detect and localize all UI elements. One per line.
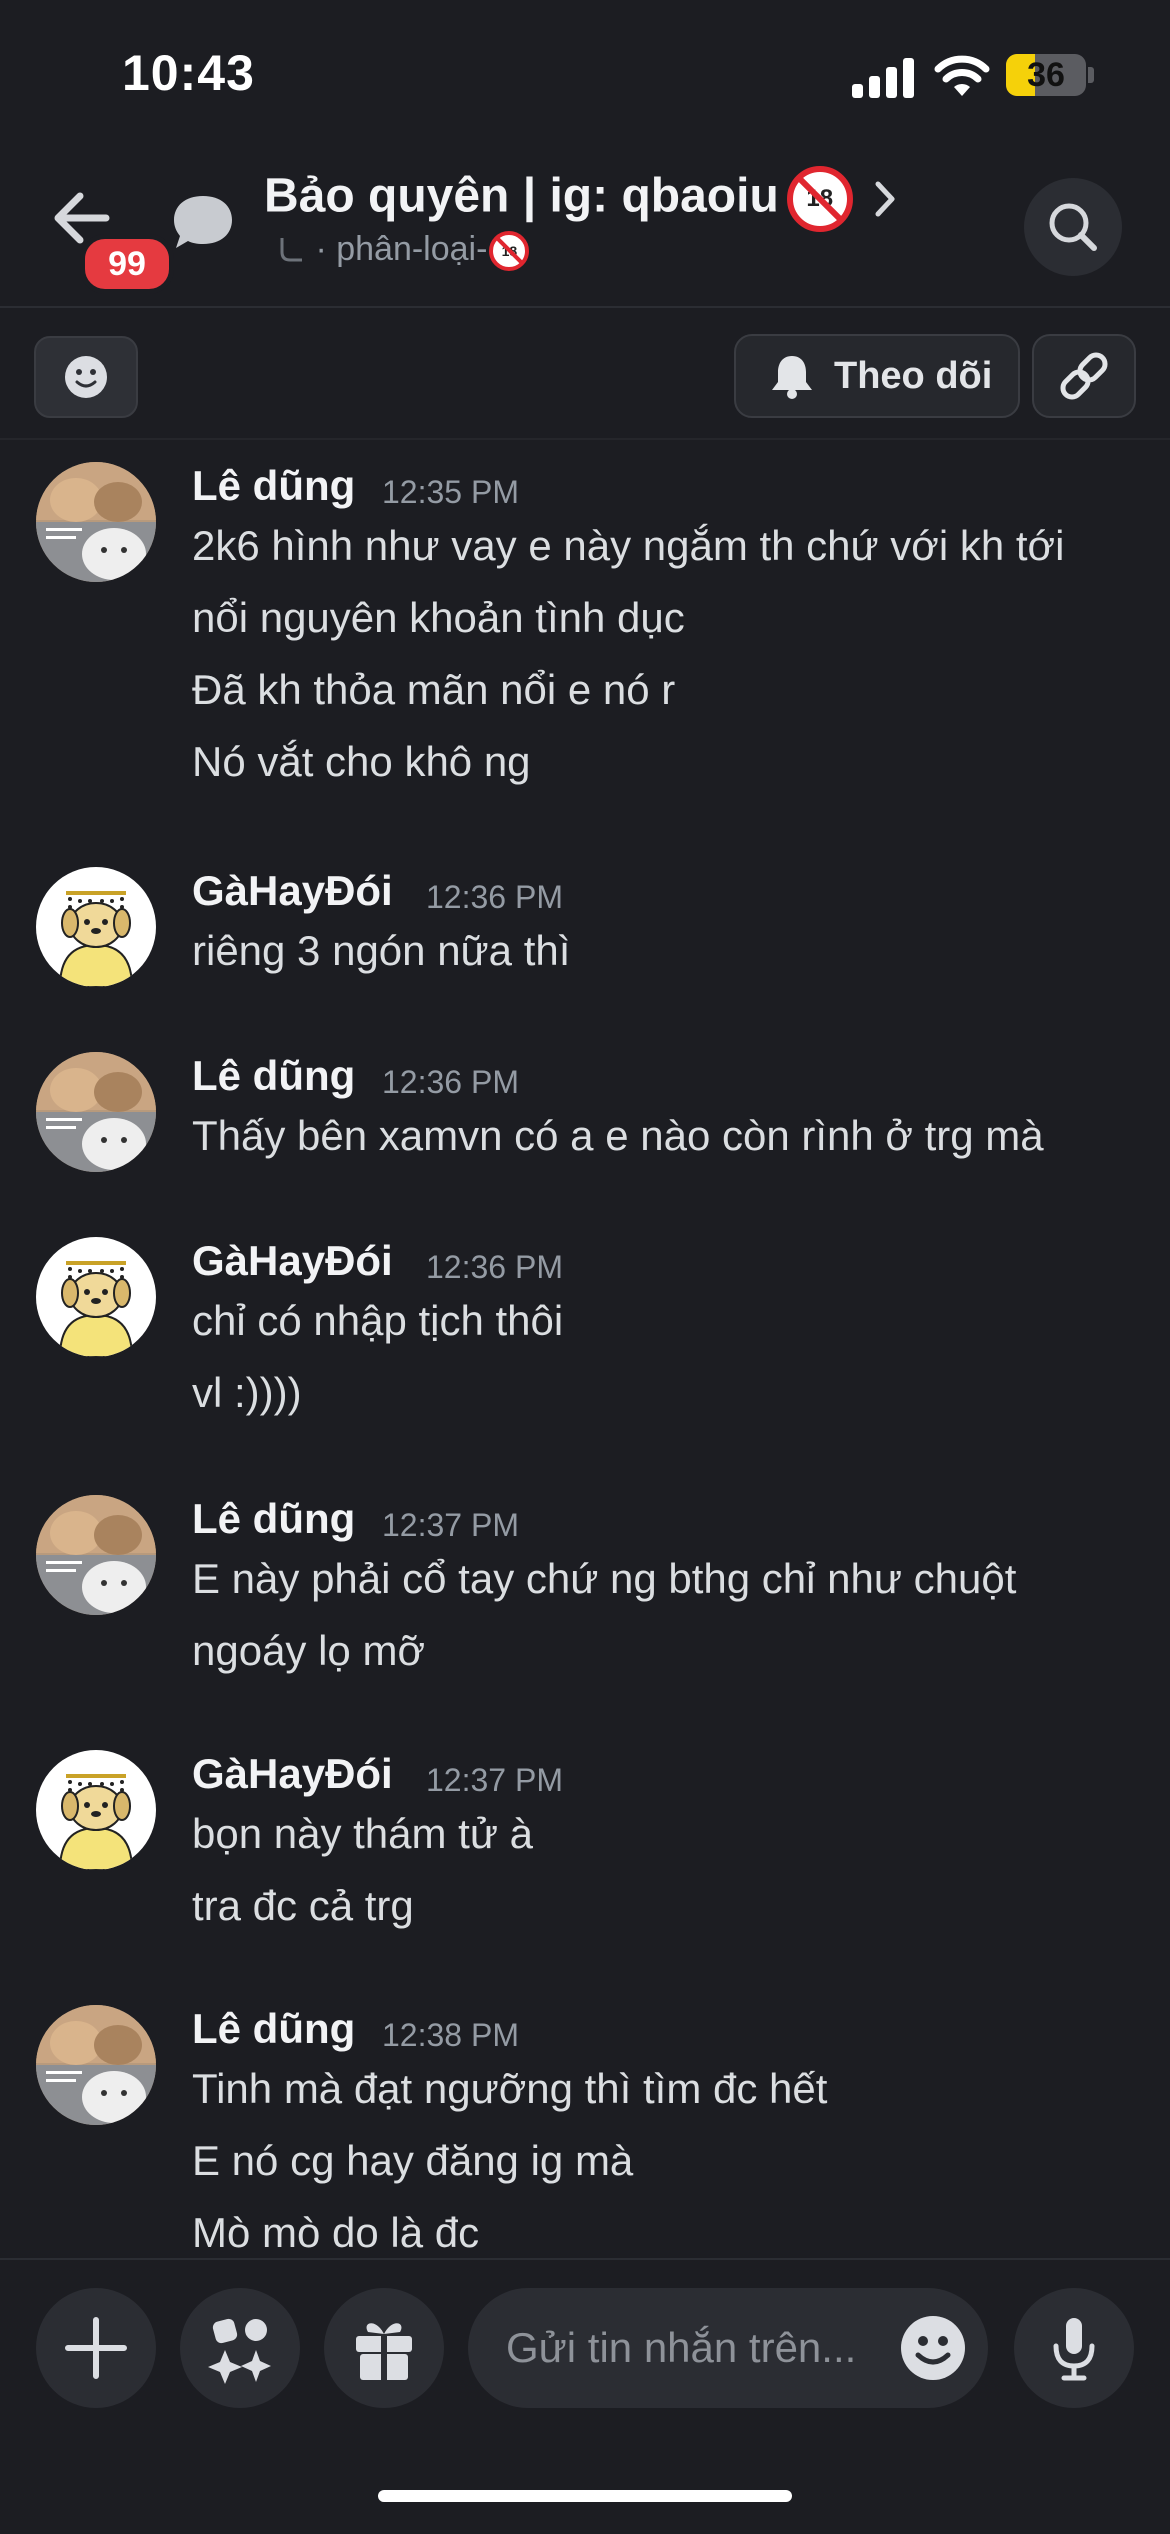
cellular-signal-icon bbox=[852, 56, 916, 98]
message-author[interactable]: GàHayĐói bbox=[192, 1237, 393, 1285]
dog-avatar-image bbox=[36, 867, 156, 987]
bell-icon bbox=[772, 356, 812, 399]
parent-channel-label[interactable]: · phân-loại- 18 bbox=[276, 230, 530, 272]
message-timestamp: 12:37 PM bbox=[426, 1762, 563, 1798]
message-item[interactable]: Lê dũng 12:37 PM E này phải cổ tay chứ ng … bbox=[0, 1495, 1170, 1731]
microphone-icon bbox=[1053, 2318, 1095, 2381]
thread-chat-icon bbox=[174, 196, 232, 248]
user-avatar[interactable] bbox=[36, 1052, 156, 1172]
user-avatar[interactable] bbox=[36, 2005, 156, 2125]
user-avatar[interactable] bbox=[36, 867, 156, 987]
message-author[interactable]: Lê dũng bbox=[192, 462, 355, 510]
message-text-line: Đã kh thỏa mãn nổi e nó r bbox=[192, 666, 676, 713]
emoji-picker-icon[interactable] bbox=[898, 2313, 968, 2383]
gift-icon bbox=[356, 2323, 412, 2382]
user-avatar[interactable] bbox=[36, 1237, 156, 1357]
user-avatar[interactable] bbox=[36, 1495, 156, 1615]
search-icon bbox=[1049, 203, 1097, 251]
message-timestamp: 12:35 PM bbox=[382, 474, 519, 510]
thread-toolbar: Theo dõi bbox=[0, 308, 1170, 440]
message-item[interactable]: GàHayĐói 12:37 PM bọn này thám tử à tra đc … bbox=[0, 1750, 1170, 1986]
gift-button[interactable] bbox=[324, 2288, 444, 2408]
home-indicator bbox=[378, 2490, 792, 2502]
message-text-line: Tinh mà đạt ngưỡng thì tìm đc hết bbox=[192, 2065, 828, 2112]
cat-avatar-image bbox=[36, 2005, 156, 2125]
message-text-line: tra đc cả trg bbox=[192, 1882, 414, 1929]
dog-avatar-image bbox=[36, 1750, 156, 1870]
message-text-line: nổi nguyên khoản tình dục bbox=[192, 594, 685, 641]
no-under-18-icon: 18 bbox=[786, 166, 853, 232]
message-author[interactable]: GàHayĐói bbox=[192, 867, 393, 915]
message-input[interactable]: Gửi tin nhắn trên... bbox=[468, 2288, 988, 2408]
cat-avatar-image bbox=[36, 462, 156, 582]
message-text-line: bọn này thám tử à bbox=[192, 1810, 533, 1857]
wifi-icon bbox=[934, 55, 990, 96]
user-avatar[interactable] bbox=[36, 462, 156, 582]
battery-cap bbox=[1088, 67, 1094, 83]
message-timestamp: 12:36 PM bbox=[426, 1249, 563, 1285]
cat-avatar-image bbox=[36, 1052, 156, 1172]
message-item[interactable]: GàHayĐói 12:36 PM chỉ có nhập tịch thôi vl … bbox=[0, 1237, 1170, 1473]
message-timestamp: 12:38 PM bbox=[382, 2017, 519, 2053]
message-item[interactable]: GàHayĐói 12:36 PM riêng 3 ngón nữa thì bbox=[0, 867, 1170, 1031]
smiley-icon bbox=[65, 356, 107, 398]
status-time: 10:43 bbox=[122, 45, 255, 101]
message-text-line: riêng 3 ngón nữa thì bbox=[192, 927, 571, 974]
cat-avatar-image bbox=[36, 1495, 156, 1615]
message-text-line: vl :)))) bbox=[192, 1369, 302, 1416]
message-text-line: Thấy bên xamvn có a e nào còn rình ở trg… bbox=[192, 1112, 1044, 1159]
message-text-line: ngoáy lọ mỡ bbox=[192, 1627, 425, 1674]
battery-percent: 36 bbox=[1027, 56, 1065, 94]
message-item[interactable]: Lê dũng 12:38 PM Tinh mà đạt ngưỡng thì tì… bbox=[0, 2005, 1170, 2258]
unread-count-badge[interactable]: 99 bbox=[80, 234, 174, 294]
message-author[interactable]: Lê dũng bbox=[192, 1495, 355, 1543]
status-bar: 10:43 36 bbox=[0, 0, 1170, 140]
message-timestamp: 12:36 PM bbox=[426, 879, 563, 915]
message-item[interactable]: Lê dũng 12:36 PM Thấy bên xamvn có a e nào… bbox=[0, 1052, 1170, 1216]
message-text-line: Nó vắt cho khô ng bbox=[192, 738, 531, 785]
follow-label: Theo dõi bbox=[834, 355, 993, 397]
message-text-line: Mò mò do là đc bbox=[192, 2209, 480, 2256]
message-text-line: 2k6 hình như vay e này ngắm th chứ với k… bbox=[192, 522, 1065, 569]
apps-sparkle-icon bbox=[208, 2318, 271, 2384]
message-author[interactable]: Lê dũng bbox=[192, 2005, 355, 2053]
message-timestamp: 12:36 PM bbox=[382, 1064, 519, 1100]
user-avatar[interactable] bbox=[36, 1750, 156, 1870]
link-icon bbox=[1060, 352, 1108, 400]
parent-channel-name: · phân-loại- bbox=[315, 230, 488, 268]
thread-title-text: Bảo quyên | ig: qbaoiu bbox=[264, 169, 779, 223]
message-author[interactable]: Lê dũng bbox=[192, 1052, 355, 1100]
no-under-18-small-icon: 18 bbox=[489, 231, 530, 272]
plus-icon bbox=[65, 2317, 127, 2379]
apps-button[interactable] bbox=[180, 2288, 300, 2408]
thread-header: 99 Bảo quyên | ig: qbaoiu 18 · phân-loại-… bbox=[0, 140, 1170, 308]
emoji-reaction-button[interactable] bbox=[34, 336, 138, 418]
message-author[interactable]: GàHayĐói bbox=[192, 1750, 393, 1798]
chevron-right-icon[interactable] bbox=[870, 176, 900, 222]
battery-icon: 36 bbox=[1006, 54, 1086, 96]
message-item[interactable]: Lê dũng 12:35 PM 2k6 hình như vay e này ng… bbox=[0, 462, 1170, 842]
copy-link-button[interactable] bbox=[1032, 334, 1136, 418]
follow-thread-button[interactable]: Theo dõi bbox=[734, 334, 1020, 418]
message-text-line: chỉ có nhập tịch thôi bbox=[192, 1297, 564, 1344]
add-attachment-button[interactable] bbox=[36, 2288, 156, 2408]
reply-curve-icon bbox=[280, 238, 302, 262]
thread-title[interactable]: Bảo quyên | ig: qbaoiu 18 bbox=[264, 166, 853, 232]
dog-avatar-image bbox=[36, 1237, 156, 1357]
search-button[interactable] bbox=[1024, 178, 1122, 276]
message-list[interactable]: Lê dũng 12:35 PM 2k6 hình như vay e này ng… bbox=[0, 440, 1170, 2258]
message-timestamp: 12:37 PM bbox=[382, 1507, 519, 1543]
message-input-placeholder: Gửi tin nhắn trên... bbox=[506, 2324, 857, 2371]
message-text-line: E này phải cổ tay chứ ng bthg chỉ như ch… bbox=[192, 1555, 1017, 1602]
message-text-line: E nó cg hay đăng ig mà bbox=[192, 2137, 634, 2184]
voice-message-button[interactable] bbox=[1014, 2288, 1134, 2408]
